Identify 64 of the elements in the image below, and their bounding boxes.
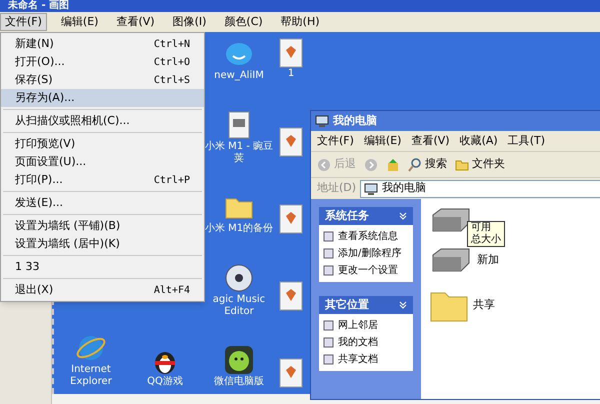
search-button[interactable]: 搜索: [408, 156, 447, 173]
desktop-icon-label[interactable]: QQ游戏: [129, 376, 201, 388]
address-label: 地址(D): [317, 180, 356, 196]
menu-item[interactable]: 查看(V): [112, 14, 159, 30]
task-icon: [323, 320, 334, 331]
image-file-icon: [279, 204, 303, 234]
menu-option[interactable]: 打开(O)... Ctrl+O: [1, 53, 204, 71]
menu-item[interactable]: 帮助(H): [276, 14, 324, 30]
collapse-chevron-icon[interactable]: [399, 301, 407, 309]
desktop-icon-label[interactable]: 小米 M1 - 豌豆荚: [203, 140, 275, 164]
collapse-chevron-icon[interactable]: [399, 212, 407, 220]
task-link[interactable]: 更改一个设置: [338, 263, 398, 278]
tooltip-text: 可用: [471, 222, 492, 234]
desktop-icon-label[interactable]: 微信电脑版: [203, 376, 275, 388]
computer-icon: [315, 115, 329, 127]
menu-option[interactable]: 发送(E)...: [1, 194, 204, 212]
task-link[interactable]: 共享文档: [338, 352, 378, 367]
desktop-icon-label[interactable]: agic Music Editor: [203, 294, 275, 318]
image-file-icon: [279, 281, 303, 311]
menu-option[interactable]: 设置为墙纸 (平铺)(B): [1, 217, 204, 235]
menu-option[interactable]: 1 33: [1, 258, 204, 276]
menu-option[interactable]: 退出(X) Alt+F4: [1, 281, 204, 299]
task-icon: [323, 337, 334, 348]
drive-label[interactable]: 共享: [473, 296, 495, 314]
menu-item[interactable]: 图像(I): [168, 14, 210, 30]
task-link[interactable]: 我的文档: [338, 335, 378, 350]
task-link[interactable]: 网上邻居: [338, 318, 378, 333]
image-file-icon: [279, 38, 303, 68]
task-link[interactable]: 添加/删除程序: [338, 246, 402, 261]
task-link[interactable]: 查看系统信息: [338, 229, 398, 244]
menu-option[interactable]: 设置为墙纸 (居中)(K): [1, 235, 204, 253]
menu-option[interactable]: 另存为(A)...: [1, 89, 204, 107]
menu-option[interactable]: 打印预览(V): [1, 135, 204, 153]
task-icon: [323, 354, 334, 365]
menu-item[interactable]: 收藏(A): [460, 132, 498, 150]
computer-icon: [364, 182, 378, 194]
menu-item[interactable]: 文件(F): [317, 132, 354, 150]
menu-item[interactable]: 编辑(E): [56, 14, 102, 30]
task-icon: [323, 248, 334, 259]
task-icon: [323, 265, 334, 276]
menu-item[interactable]: 工具(T): [508, 132, 545, 150]
image-file-icon: [279, 127, 303, 157]
menu-option[interactable]: 新建(N) Ctrl+N: [1, 35, 204, 53]
menu-option[interactable]: 页面设置(U)...: [1, 153, 204, 171]
image-file-icon: [279, 358, 303, 388]
menu-option[interactable]: 打印(P)... Ctrl+P: [1, 171, 204, 189]
disc-icon: [223, 262, 255, 294]
desktop-icon-label[interactable]: 小米 M1的备份: [203, 223, 275, 235]
desktop-icon-label[interactable]: Internet Explorer: [55, 364, 127, 388]
menu-option[interactable]: 保存(S) Ctrl+S: [1, 71, 204, 89]
chat-face-icon: [223, 344, 255, 376]
task-icon: [323, 231, 334, 242]
menu-option[interactable]: 从扫描仪或照相机(C)...: [1, 112, 204, 130]
menu-item[interactable]: 文件(F): [0, 13, 47, 31]
menu-item[interactable]: 编辑(E): [364, 132, 402, 150]
folder-icon: [455, 158, 469, 170]
menu-item[interactable]: 查看(V): [411, 132, 450, 150]
address-field[interactable]: 我的电脑: [360, 180, 600, 198]
window-title: 我的电脑: [333, 112, 377, 129]
folders-button[interactable]: 文件夹: [455, 156, 505, 173]
drive-label[interactable]: 新加: [477, 252, 499, 268]
search-icon: [408, 158, 422, 172]
menu-item[interactable]: 颜色(C): [220, 14, 267, 30]
tooltip-text: 总大小: [471, 234, 501, 246]
